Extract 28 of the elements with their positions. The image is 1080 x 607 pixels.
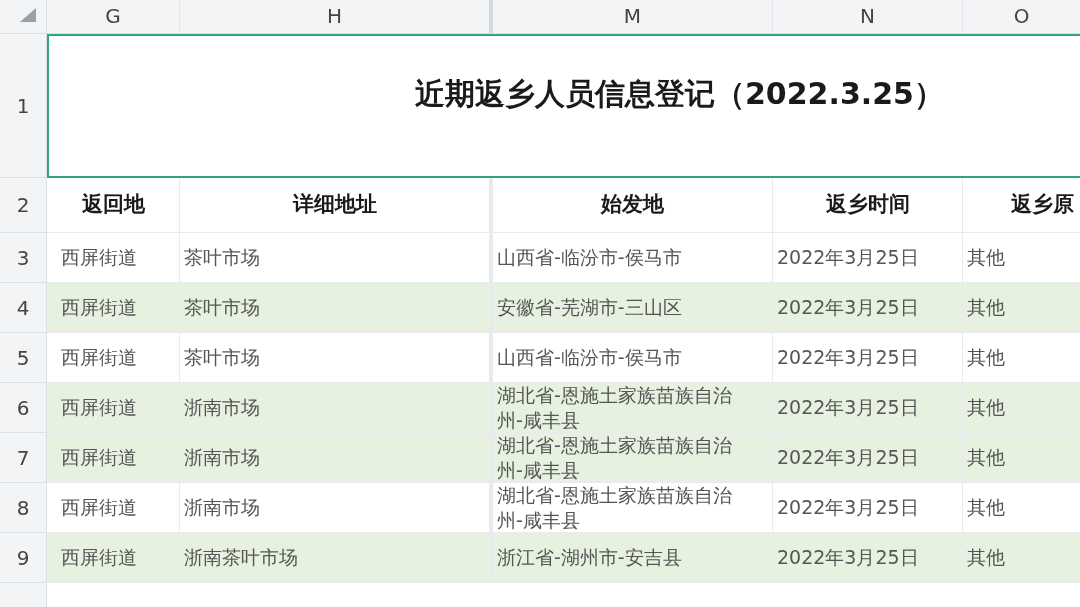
table-row[interactable]: 6 西屏街道 浙南市场 湖北省-恩施土家族苗族自治州-咸丰县 2022年3月25日 其他 [0,383,1080,433]
column-header[interactable]: H [180,0,493,33]
row-number[interactable]: 2 [0,178,47,233]
table-cell[interactable]: 浙江省-湖州市-安吉县 [493,533,773,583]
table-cell[interactable]: 西屏街道 [47,533,180,583]
row-number[interactable]: 9 [0,533,47,583]
row-number[interactable]: 7 [0,433,47,483]
row-number[interactable]: 5 [0,333,47,383]
table-row[interactable]: 8 西屏街道 浙南市场 湖北省-恩施土家族苗族自治州-咸丰县 2022年3月25日 其他 [0,483,1080,533]
row-number[interactable]: 4 [0,283,47,333]
row-number[interactable]: 6 [0,383,47,433]
row-number[interactable]: 3 [0,233,47,283]
column-header[interactable]: G [47,0,180,33]
table-row[interactable]: 5 西屏街道 茶叶市场 山西省-临汾市-侯马市 2022年3月25日 其他 [0,333,1080,383]
row-number[interactable]: 8 [0,483,47,533]
column-header[interactable]: M [493,0,773,33]
table-row[interactable]: 4 西屏街道 茶叶市场 安徽省-芜湖市-三山区 2022年3月25日 其他 [0,283,1080,333]
table-cell[interactable]: 其他 [963,533,1080,583]
merged-title-cell[interactable]: 近期返乡人员信息登记（2022.3.25） [47,34,1080,178]
row-number[interactable]: 1 [0,34,47,178]
table-cell[interactable]: 2022年3月25日 [773,533,963,583]
select-all-icon[interactable] [20,8,36,22]
table-row[interactable]: 9 西屏街道 浙南茶叶市场 浙江省-湖州市-安吉县 2022年3月25日 其他 [0,533,1080,583]
table-row[interactable]: 3 西屏街道 茶叶市场 山西省-临汾市-侯马市 2022年3月25日 其他 [0,233,1080,283]
table-row[interactable]: 7 西屏街道 浙南市场 湖北省-恩施土家族苗族自治州-咸丰县 2022年3月25日 其他 [0,433,1080,483]
table-cell[interactable]: 浙南茶叶市场 [180,533,493,583]
column-header[interactable]: O [963,0,1080,33]
column-header[interactable]: N [773,0,963,33]
